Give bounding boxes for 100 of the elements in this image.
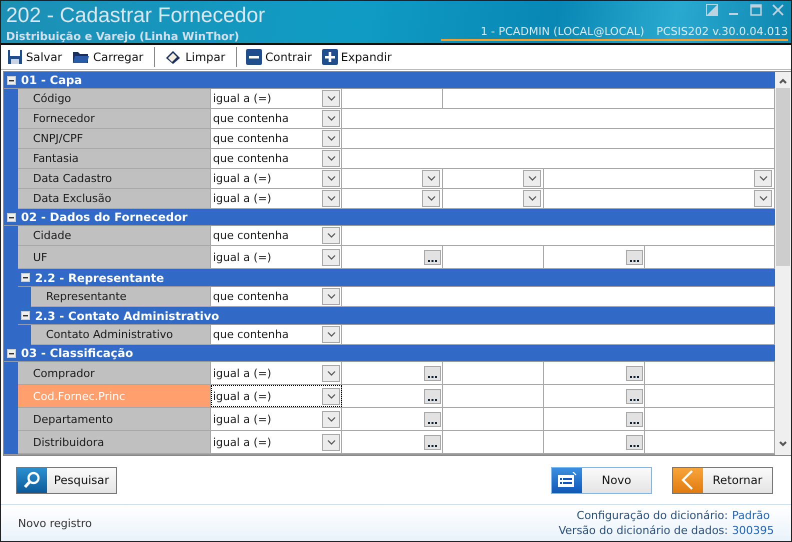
dropdown-button[interactable] bbox=[322, 388, 340, 404]
lookup-button[interactable] bbox=[424, 412, 441, 426]
lookup-button[interactable] bbox=[424, 388, 441, 404]
chevron-down-icon bbox=[326, 156, 336, 161]
operator-select[interactable]: igual a (=) bbox=[211, 362, 342, 384]
lookup-button[interactable] bbox=[626, 366, 643, 380]
operator-select[interactable]: que contenha bbox=[211, 287, 342, 306]
lookup-button[interactable] bbox=[626, 250, 643, 264]
lookup-button[interactable] bbox=[424, 434, 441, 450]
section-header[interactable]: 2.2 - Representante bbox=[18, 269, 775, 287]
chevron-down-icon bbox=[326, 294, 336, 299]
dropdown-button[interactable] bbox=[754, 170, 772, 187]
action-button[interactable]: Novo bbox=[551, 466, 652, 494]
dropdown-button[interactable] bbox=[422, 190, 440, 207]
operator-select[interactable]: que contenha bbox=[211, 129, 342, 148]
action-button[interactable]: Retornar bbox=[672, 466, 773, 494]
lookup-button[interactable] bbox=[626, 412, 643, 426]
dropdown-button[interactable] bbox=[322, 410, 340, 428]
dropdown-button[interactable] bbox=[322, 90, 340, 107]
magnifier-icon bbox=[23, 471, 41, 489]
user-info: 1 - PCADMIN (LOCAL@LOCAL) bbox=[480, 25, 644, 38]
maximize-icon[interactable] bbox=[750, 4, 762, 16]
dropdown-button[interactable] bbox=[322, 110, 340, 127]
toolbar-button[interactable]: Expandir bbox=[318, 47, 395, 67]
field-label[interactable]: Distribuidora bbox=[18, 431, 211, 453]
field-label[interactable]: Contato Administrativo bbox=[31, 325, 211, 344]
dropdown-button[interactable] bbox=[322, 150, 340, 167]
lookup-button[interactable] bbox=[626, 434, 643, 450]
scroll-down-icon[interactable] bbox=[778, 439, 788, 449]
field-label[interactable]: Fornecedor bbox=[18, 109, 211, 128]
minus-box-icon[interactable] bbox=[21, 311, 30, 320]
operator-select[interactable]: igual a (=) bbox=[211, 431, 342, 453]
minus-box-icon[interactable] bbox=[7, 212, 16, 222]
chevron-down-icon bbox=[326, 176, 336, 181]
toolbar-button[interactable]: Salvar bbox=[4, 47, 66, 67]
dropdown-button[interactable] bbox=[322, 288, 340, 305]
chevron-down-icon bbox=[528, 176, 536, 181]
operator-select[interactable]: igual a (=) bbox=[211, 408, 342, 430]
operator-select[interactable]: que contenha bbox=[211, 325, 342, 344]
operator-select[interactable]: que contenha bbox=[211, 149, 342, 168]
minus-box-icon[interactable] bbox=[7, 76, 16, 84]
dropdown-button[interactable] bbox=[322, 130, 340, 147]
dropdown-button[interactable] bbox=[422, 170, 440, 187]
section-header[interactable]: 03 - Classificação bbox=[4, 345, 775, 362]
close-icon[interactable] bbox=[772, 4, 784, 16]
chevron-down-icon bbox=[326, 196, 336, 201]
operator-select[interactable]: igual a (=) bbox=[211, 385, 342, 407]
toolbar-button[interactable]: Carregar bbox=[69, 47, 146, 67]
vertical-scrollbar[interactable] bbox=[775, 72, 791, 455]
dropdown-button[interactable] bbox=[754, 190, 772, 207]
operator-select[interactable]: igual a (=) bbox=[211, 89, 342, 108]
lookup-button[interactable] bbox=[424, 250, 441, 264]
minus-box-icon[interactable] bbox=[21, 273, 30, 282]
field-label[interactable]: Data Cadastro bbox=[18, 169, 211, 188]
info-value: 300395 bbox=[732, 524, 774, 537]
info-label: Configuração do dicionário: bbox=[576, 509, 728, 522]
plus-icon bbox=[322, 49, 338, 65]
section-title: 2.2 - Representante bbox=[35, 270, 164, 284]
lookup-button[interactable] bbox=[626, 388, 643, 404]
chevron-down-icon bbox=[326, 440, 336, 444]
field-label[interactable]: Comprador bbox=[18, 362, 211, 384]
field-label[interactable]: Cidade bbox=[18, 226, 211, 245]
operator-select[interactable]: que contenha bbox=[211, 109, 342, 128]
toolbar-button[interactable]: Contrair bbox=[243, 47, 315, 67]
dropdown-button[interactable] bbox=[322, 434, 340, 450]
chevron-down-icon bbox=[326, 254, 336, 260]
minus-box-icon[interactable] bbox=[7, 348, 16, 358]
operator-select[interactable]: igual a (=) bbox=[211, 189, 342, 208]
folder-icon bbox=[72, 50, 90, 64]
section-header[interactable]: 01 - Capa bbox=[4, 72, 775, 89]
section-header[interactable]: 02 - Dados do Fornecedor bbox=[4, 209, 775, 226]
field-label[interactable]: Fantasia bbox=[18, 149, 211, 168]
scroll-up-icon[interactable] bbox=[778, 76, 788, 86]
toolbar-button[interactable]: Limpar bbox=[161, 47, 228, 67]
field-label[interactable]: Data Exclusão bbox=[18, 189, 211, 208]
dropdown-button[interactable] bbox=[523, 170, 541, 187]
field-label[interactable]: Representante bbox=[31, 287, 211, 306]
operator-select[interactable]: igual a (=) bbox=[211, 169, 342, 188]
chevron-down-icon bbox=[758, 196, 768, 201]
chevron-down-icon bbox=[758, 176, 768, 181]
dropdown-button[interactable] bbox=[523, 190, 541, 207]
dropdown-button[interactable] bbox=[322, 364, 340, 382]
operator-select[interactable]: igual a (=) bbox=[211, 246, 342, 268]
dropdown-button[interactable] bbox=[322, 326, 340, 343]
section-header[interactable]: 2.3 - Contato Administrativo bbox=[18, 307, 775, 325]
field-label[interactable]: Departamento bbox=[18, 408, 211, 430]
chevron-down-icon bbox=[326, 136, 336, 141]
lookup-button[interactable] bbox=[424, 366, 441, 380]
field-label[interactable]: UF bbox=[18, 246, 211, 268]
chevron-down-icon bbox=[326, 370, 336, 376]
dropdown-button[interactable] bbox=[322, 227, 340, 244]
field-label[interactable]: Código bbox=[18, 89, 211, 108]
operator-select[interactable]: que contenha bbox=[211, 226, 342, 245]
section-title: 01 - Capa bbox=[21, 73, 82, 87]
dropdown-button[interactable] bbox=[322, 248, 340, 266]
dropdown-button[interactable] bbox=[322, 190, 340, 207]
action-button[interactable]: Pesquisar bbox=[16, 466, 117, 494]
scrollbar-thumb[interactable] bbox=[776, 88, 790, 266]
dropdown-button[interactable] bbox=[322, 170, 340, 187]
field-label[interactable]: CNPJ/CPF bbox=[18, 129, 211, 148]
